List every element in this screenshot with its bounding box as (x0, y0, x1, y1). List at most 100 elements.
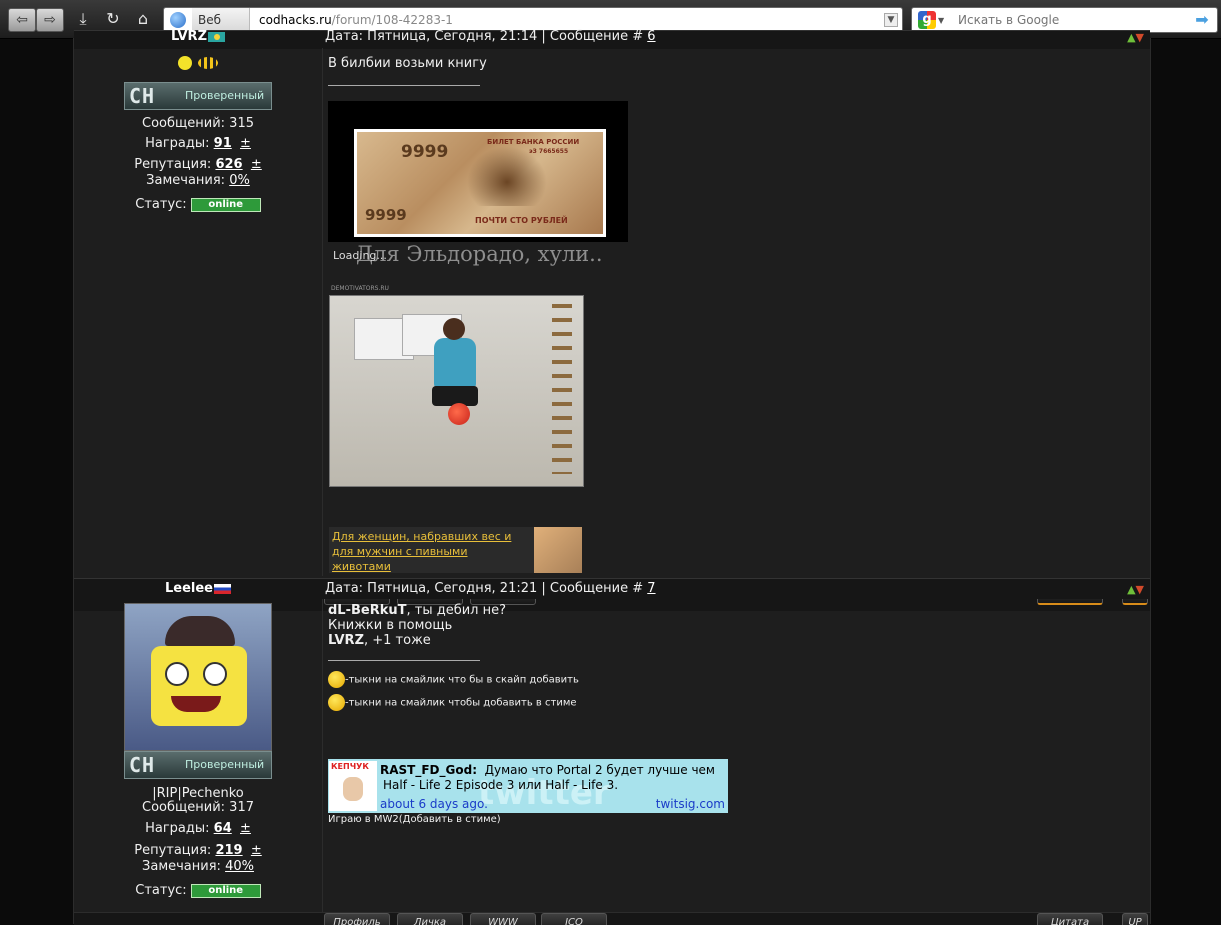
steam-text: -тыкни на смайлик чтобы добавить в стиме (345, 697, 577, 708)
post-date: Дата: Пятница, Сегодня, 21:21 | Сообщени… (325, 581, 648, 596)
post-content: В билбии возьми книгу (328, 56, 1148, 86)
thumbs-up-icon[interactable]: ▲ (1127, 31, 1135, 44)
award-icons (74, 48, 322, 82)
video-gif-image (329, 295, 584, 487)
demotivator-site: DEMOTIVATORS.RU (331, 285, 389, 292)
face-graphic (343, 777, 363, 801)
post-text: В билбии возьми книгу (328, 56, 487, 71)
demotivator-caption: Для Эльдорадо, хули.. (356, 242, 603, 266)
back-button[interactable]: ⇦ (8, 8, 36, 32)
messages-count: Сообщений: 315 (142, 116, 254, 131)
post-line-3: LVRZ, +1 тоже (328, 633, 1148, 648)
badge-logo: CH (129, 753, 156, 777)
post-header: LVRZ Дата: Пятница, Сегодня, 21:14 | Соо… (74, 27, 1150, 49)
tweet-avatar-label: КЕПЧУК (331, 762, 369, 771)
post-number-link[interactable]: 7 (647, 581, 655, 596)
post-text: , ты дебил не? (406, 603, 507, 618)
reputation-row: Репутация: 219 ± (74, 843, 322, 859)
badge-logo: CH (129, 84, 156, 108)
online-badge: online (190, 883, 261, 898)
loading-text: Loading... (333, 249, 387, 262)
ad-thumbnail[interactable] (534, 527, 582, 573)
post-meta: Дата: Пятница, Сегодня, 21:14 | Сообщени… (325, 27, 656, 47)
tweet-user: RAST_FD_God: (380, 763, 477, 777)
awards-link[interactable]: 91 (214, 136, 232, 151)
spongebob-body (151, 646, 247, 726)
awards-plus-link[interactable]: ± (240, 136, 251, 151)
post-author[interactable]: LVRZ (74, 27, 322, 47)
banknote-image: 9999 БИЛЕТ БАНКА РОССИИ эЗ 7665655 9999 … (354, 129, 606, 237)
clan-name: |RIP|Pechenko (152, 786, 244, 801)
warnings-link[interactable]: 0% (229, 173, 250, 188)
post-line-1: dL-BeRkuT, ты дебил не? (328, 603, 1148, 618)
url-host: codhacks.ru (259, 13, 332, 27)
status-label: Статус: (135, 197, 187, 212)
profile-button[interactable]: Профиль (324, 913, 390, 925)
reputation-plus-link[interactable]: ± (251, 157, 262, 172)
twitter-signature[interactable]: twitter КЕПЧУК RAST_FD_God: Думаю что Po… (328, 759, 728, 813)
post-number-link[interactable]: 6 (647, 29, 655, 44)
demotivator-image: 9999 БИЛЕТ БАНКА РОССИИ эЗ 7665655 9999 … (328, 101, 628, 297)
post-line-2: Книжки в помощь (328, 618, 453, 633)
warnings-link[interactable]: 40% (225, 859, 254, 874)
reputation-link[interactable]: 626 (215, 157, 242, 172)
ad-block[interactable]: Для женщин, набравших вес и для мужчин с… (329, 527, 582, 573)
ad-line-3[interactable]: животами (332, 559, 391, 574)
author-name: LVRZ (171, 29, 207, 44)
awards-label: Награды: (145, 821, 210, 836)
author-sidebar: CH Проверенный |RIP|Pechenko Сообщений: 3… (74, 599, 323, 924)
thumbs-up-icon[interactable]: ▲ (1127, 583, 1135, 596)
reputation-label: Репутация: (134, 843, 212, 858)
badge-text: Проверенный (185, 89, 265, 102)
player-shirt (434, 338, 476, 388)
www-button[interactable]: WWW (470, 913, 536, 925)
smiley-icon[interactable] (328, 693, 345, 711)
rating-controls: ▲▼ (1127, 583, 1144, 596)
awards-label: Награды: (145, 136, 210, 151)
awards-link[interactable]: 64 (214, 821, 232, 836)
search-go-icon[interactable]: ➡ (1191, 11, 1213, 29)
url-path: /forum/108-42283-1 (331, 13, 453, 27)
signature-divider (328, 660, 480, 661)
forward-button[interactable]: ⇨ (36, 8, 64, 32)
pirate-hat (165, 616, 235, 646)
reputation-link[interactable]: 219 (215, 843, 242, 858)
awards-row: Награды: 91 ± (74, 136, 322, 152)
avatar[interactable] (124, 603, 272, 751)
awards-plus-link[interactable]: ± (240, 821, 251, 836)
playing-text: Играю в MW2(Добавить в стиме) (328, 814, 501, 825)
search-input[interactable] (956, 10, 1188, 30)
signature-divider (328, 85, 480, 86)
note-bottom: ПОЧТИ СТО РУБЛЕЙ (475, 216, 568, 225)
tweet-text: Думаю что Portal 2 будет лучше чем (484, 763, 715, 777)
verified-badge: CH Проверенный (124, 751, 272, 779)
warnings-row: Замечания: 40% (74, 859, 322, 875)
forum-post: Leelee Дата: Пятница, Сегодня, 21:21 | С… (74, 578, 1150, 925)
up-button[interactable]: UP (1122, 913, 1148, 925)
signature-steam-row: -тыкни на смайлик чтобы добавить в стиме (328, 693, 1148, 713)
google-icon[interactable]: g (918, 11, 936, 29)
tweet-avatar: КЕПЧУК (329, 761, 377, 811)
post-author[interactable]: Leelee (74, 579, 322, 599)
reputation-plus-link[interactable]: ± (251, 843, 262, 858)
pm-button[interactable]: Личка (397, 913, 463, 925)
chevron-down-icon[interactable]: ▼ (884, 13, 898, 27)
cite-button[interactable]: Цитата (1037, 913, 1103, 925)
mentioned-user: LVRZ (328, 633, 364, 648)
post-text: , +1 тоже (364, 633, 431, 648)
warnings-label: Замечания: (146, 173, 226, 188)
online-badge: online (190, 197, 261, 212)
icq-button[interactable]: ICQ (541, 913, 607, 925)
player-head (443, 318, 465, 340)
chevron-down-icon[interactable]: ▼ (938, 16, 944, 25)
smiley-icon[interactable] (328, 671, 345, 688)
skype-text: -тыкни на смайлик что бы в скайп добавит… (345, 674, 579, 686)
ad-line-2[interactable]: для мужчин с пивными (332, 544, 468, 559)
ball-graphic (448, 403, 470, 425)
thumbs-down-icon[interactable]: ▼ (1136, 583, 1144, 596)
status-row: Статус: online (74, 197, 322, 213)
post-meta: Дата: Пятница, Сегодня, 21:21 | Сообщени… (325, 579, 656, 599)
ad-line-1[interactable]: Для женщин, набравших вес и (332, 529, 511, 544)
author-name: Leelee (164, 581, 213, 596)
thumbs-down-icon[interactable]: ▼ (1136, 31, 1144, 44)
